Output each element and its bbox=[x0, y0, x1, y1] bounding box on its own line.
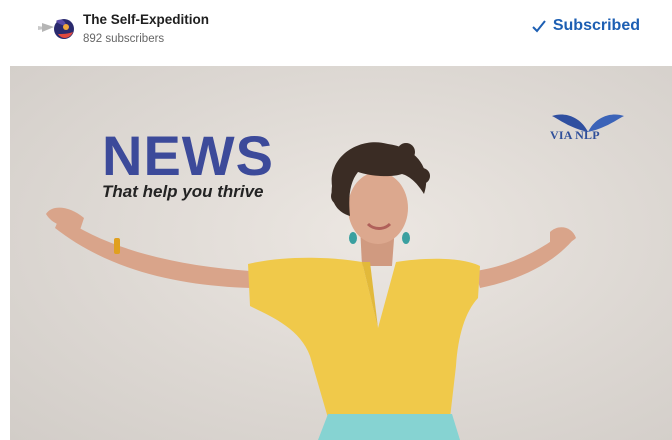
channel-name[interactable]: The Self-Expedition bbox=[83, 12, 209, 27]
checkmark-icon bbox=[532, 20, 546, 33]
hero-image[interactable]: NEWS That help you thrive VIA NLP bbox=[10, 66, 672, 440]
woman-photo bbox=[46, 142, 576, 440]
subscriber-count: 892 subscribers bbox=[83, 33, 165, 45]
channel-avatar[interactable] bbox=[36, 12, 76, 44]
channel-header: The Self-Expedition 892 subscribers Subs… bbox=[0, 0, 672, 62]
subscribed-button[interactable]: Subscribed bbox=[531, 17, 640, 35]
subscribed-label: Subscribed bbox=[552, 17, 640, 34]
